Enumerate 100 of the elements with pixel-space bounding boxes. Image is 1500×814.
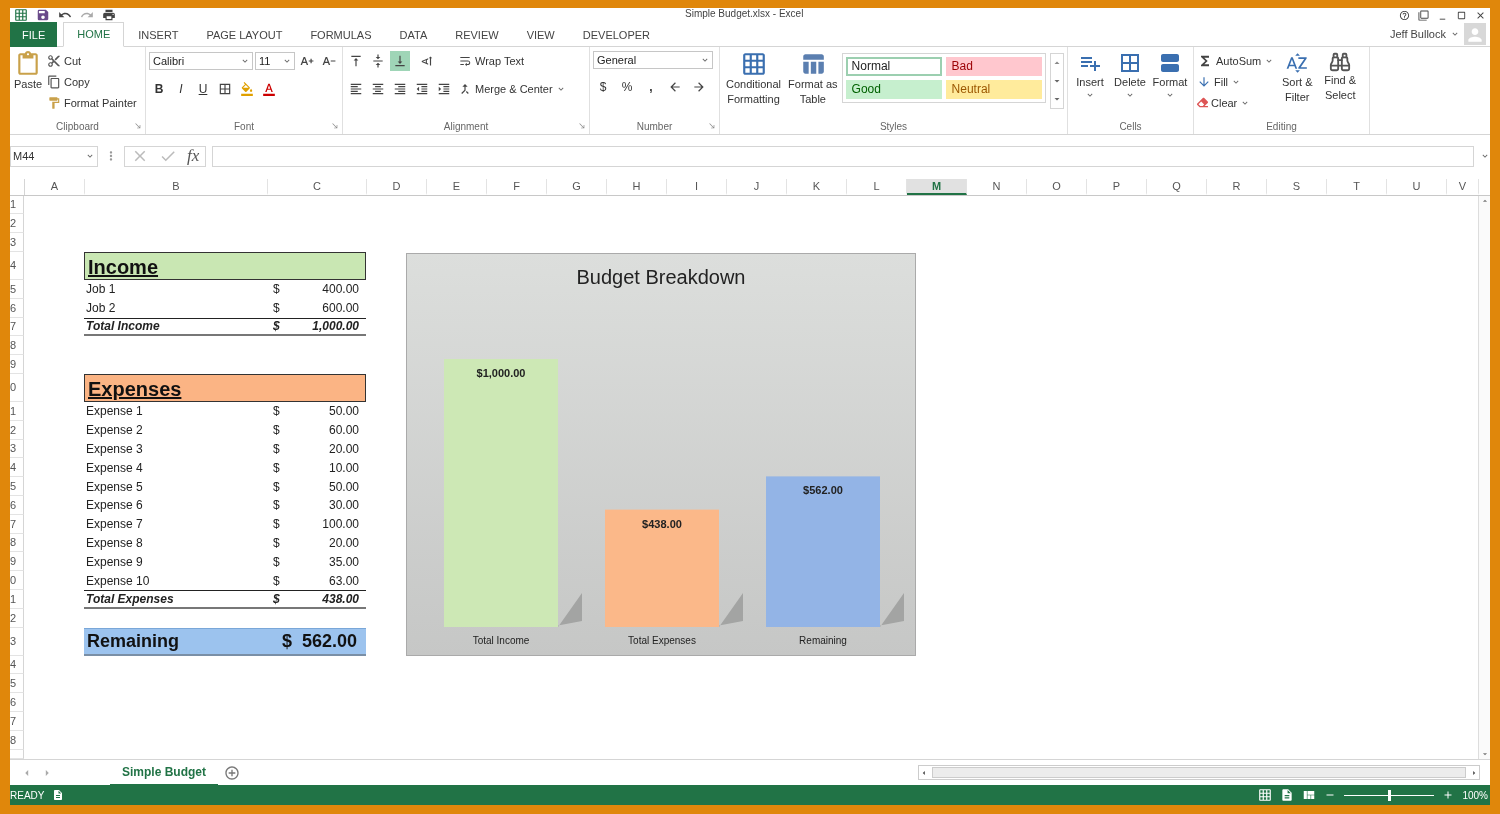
- row-number[interactable]: 6: [10, 495, 24, 515]
- vertical-scrollbar[interactable]: [1478, 195, 1490, 760]
- format-as-table-button[interactable]: Format as Table: [788, 50, 838, 107]
- ribbon-tab[interactable]: HOME: [63, 22, 125, 47]
- table-cell-text: Expense 1: [85, 404, 144, 419]
- bold-button[interactable]: B: [149, 78, 169, 99]
- macro-record-icon[interactable]: [52, 789, 65, 802]
- merge-center-button[interactable]: Merge & Center: [458, 78, 566, 99]
- cells-button[interactable]: Format: [1151, 50, 1189, 100]
- row-number[interactable]: 8: [10, 336, 24, 356]
- table-cell-text: Expense 4: [85, 460, 144, 475]
- row-number[interactable]: 8: [10, 533, 24, 553]
- help-icon[interactable]: [1399, 9, 1410, 21]
- section-heading: Income: [84, 252, 366, 280]
- underline-button[interactable]: U: [193, 78, 213, 99]
- restore-icon[interactable]: [1418, 9, 1429, 21]
- bar-chart[interactable]: Budget Breakdown $1,000.00 $438.00 $562.00 Total Income Total Expenses Remaining: [406, 252, 916, 656]
- horizontal-scrollbar[interactable]: [918, 765, 1480, 781]
- currency-symbol: $: [273, 554, 280, 569]
- ribbon-tab[interactable]: FORMULAS: [296, 22, 386, 47]
- row-number[interactable]: 4: [10, 252, 24, 280]
- row-number[interactable]: 3: [10, 627, 24, 656]
- ribbon-tab[interactable]: INSERT: [124, 22, 193, 47]
- normal-view-icon[interactable]: [1258, 788, 1273, 803]
- dialog-launcher-icon[interactable]: [134, 121, 142, 130]
- row-number[interactable]: 8: [10, 730, 24, 750]
- cells-button[interactable]: Delete: [1111, 50, 1149, 100]
- copy-button[interactable]: Copy: [47, 71, 137, 92]
- insert-function-button[interactable]: fx: [187, 146, 200, 167]
- row-number[interactable]: 1: [10, 195, 24, 215]
- user-name[interactable]: Jeff Bullock: [1389, 27, 1446, 40]
- column-header[interactable]: M: [907, 178, 967, 195]
- zoom-in-icon[interactable]: [1442, 789, 1455, 802]
- maximize-icon[interactable]: [1456, 9, 1467, 21]
- format-painter-button[interactable]: Format Painter: [47, 92, 137, 113]
- align-bottom-icon[interactable]: [390, 50, 410, 71]
- row-number[interactable]: 6: [10, 693, 24, 712]
- row-number[interactable]: 7: [10, 514, 24, 534]
- formula-field[interactable]: [212, 145, 1474, 167]
- paste-button[interactable]: Paste: [13, 50, 43, 92]
- row-number[interactable]: 0: [10, 373, 24, 402]
- font-size-field[interactable]: 11: [255, 51, 295, 70]
- cell-style-option[interactable]: Neutral: [945, 79, 1042, 99]
- zoom-level[interactable]: 100%: [1462, 789, 1488, 801]
- ribbon-tab[interactable]: DATA: [385, 22, 442, 47]
- ribbon-tab[interactable]: FILE: [10, 22, 58, 47]
- name-box[interactable]: M44: [10, 145, 98, 167]
- clear-button[interactable]: Clear: [1197, 92, 1275, 113]
- font-name-field[interactable]: Calibri: [149, 51, 253, 70]
- comma-button[interactable]: ,: [641, 76, 661, 97]
- row-number[interactable]: 5: [10, 477, 24, 496]
- row-number[interactable]: 2: [10, 608, 24, 628]
- ribbon-tab[interactable]: DEVELOPER: [568, 22, 664, 47]
- row-number[interactable]: 2: [10, 214, 24, 234]
- ribbon-tab[interactable]: VIEW: [512, 22, 569, 47]
- row-number[interactable]: 0: [10, 571, 24, 590]
- row-number[interactable]: 6: [10, 298, 24, 318]
- sort-filter-button[interactable]: Sort & Filter: [1278, 50, 1317, 105]
- find-select-button[interactable]: Find & Select: [1320, 50, 1361, 103]
- ribbon-tab[interactable]: PAGE LAYOUT: [192, 22, 297, 47]
- row-number[interactable]: 1: [10, 401, 24, 421]
- cut-button[interactable]: Cut: [47, 50, 137, 71]
- cell-style-option[interactable]: Good: [845, 79, 942, 99]
- cell-style-option[interactable]: Bad: [945, 56, 1042, 76]
- wrap-text-button[interactable]: Wrap Text: [458, 50, 566, 71]
- ribbon-tab[interactable]: REVIEW: [441, 22, 513, 47]
- page-layout-view-icon[interactable]: [1280, 788, 1295, 803]
- zoom-slider-thumb[interactable]: [1388, 789, 1392, 801]
- add-sheet-icon[interactable]: [224, 764, 240, 781]
- row-number[interactable]: 9: [10, 552, 24, 572]
- dialog-launcher-icon[interactable]: [331, 121, 339, 130]
- row-number[interactable]: 4: [10, 655, 24, 675]
- italic-button[interactable]: I: [171, 78, 191, 99]
- print-preview-icon[interactable]: [102, 8, 116, 22]
- fill-button[interactable]: Fill: [1197, 71, 1275, 92]
- currency-button[interactable]: $: [593, 76, 613, 97]
- table-cell-text: Total Expenses: [85, 591, 175, 606]
- conditional-formatting-button[interactable]: Conditional Formatting: [723, 50, 784, 107]
- currency-symbol: $: [273, 498, 280, 513]
- row-number[interactable]: 5: [10, 280, 24, 299]
- table-cell: 50.00: [328, 404, 359, 419]
- dialog-launcher-icon[interactable]: [708, 121, 716, 130]
- cells-button[interactable]: Insert: [1071, 50, 1109, 100]
- autosum-button[interactable]: AutoSum: [1197, 50, 1275, 71]
- save-icon[interactable]: [36, 8, 50, 22]
- status-text: READY: [10, 789, 45, 801]
- row-number[interactable]: 9: [10, 355, 24, 374]
- row-number[interactable]: 3: [10, 233, 24, 252]
- row-number[interactable]: 3: [10, 439, 24, 459]
- sort-icon: [1285, 50, 1310, 75]
- row-number[interactable]: 1: [10, 589, 24, 609]
- row-number[interactable]: 4: [10, 458, 24, 478]
- row-number[interactable]: 2: [10, 420, 24, 440]
- percent-button[interactable]: %: [617, 76, 637, 97]
- cell-style-option[interactable]: Normal: [845, 56, 942, 76]
- number-format-field[interactable]: General: [593, 50, 713, 69]
- row-number[interactable]: 7: [10, 711, 24, 731]
- dialog-launcher-icon[interactable]: [578, 121, 586, 130]
- row-number[interactable]: 7: [10, 317, 24, 337]
- row-number[interactable]: 5: [10, 674, 24, 694]
